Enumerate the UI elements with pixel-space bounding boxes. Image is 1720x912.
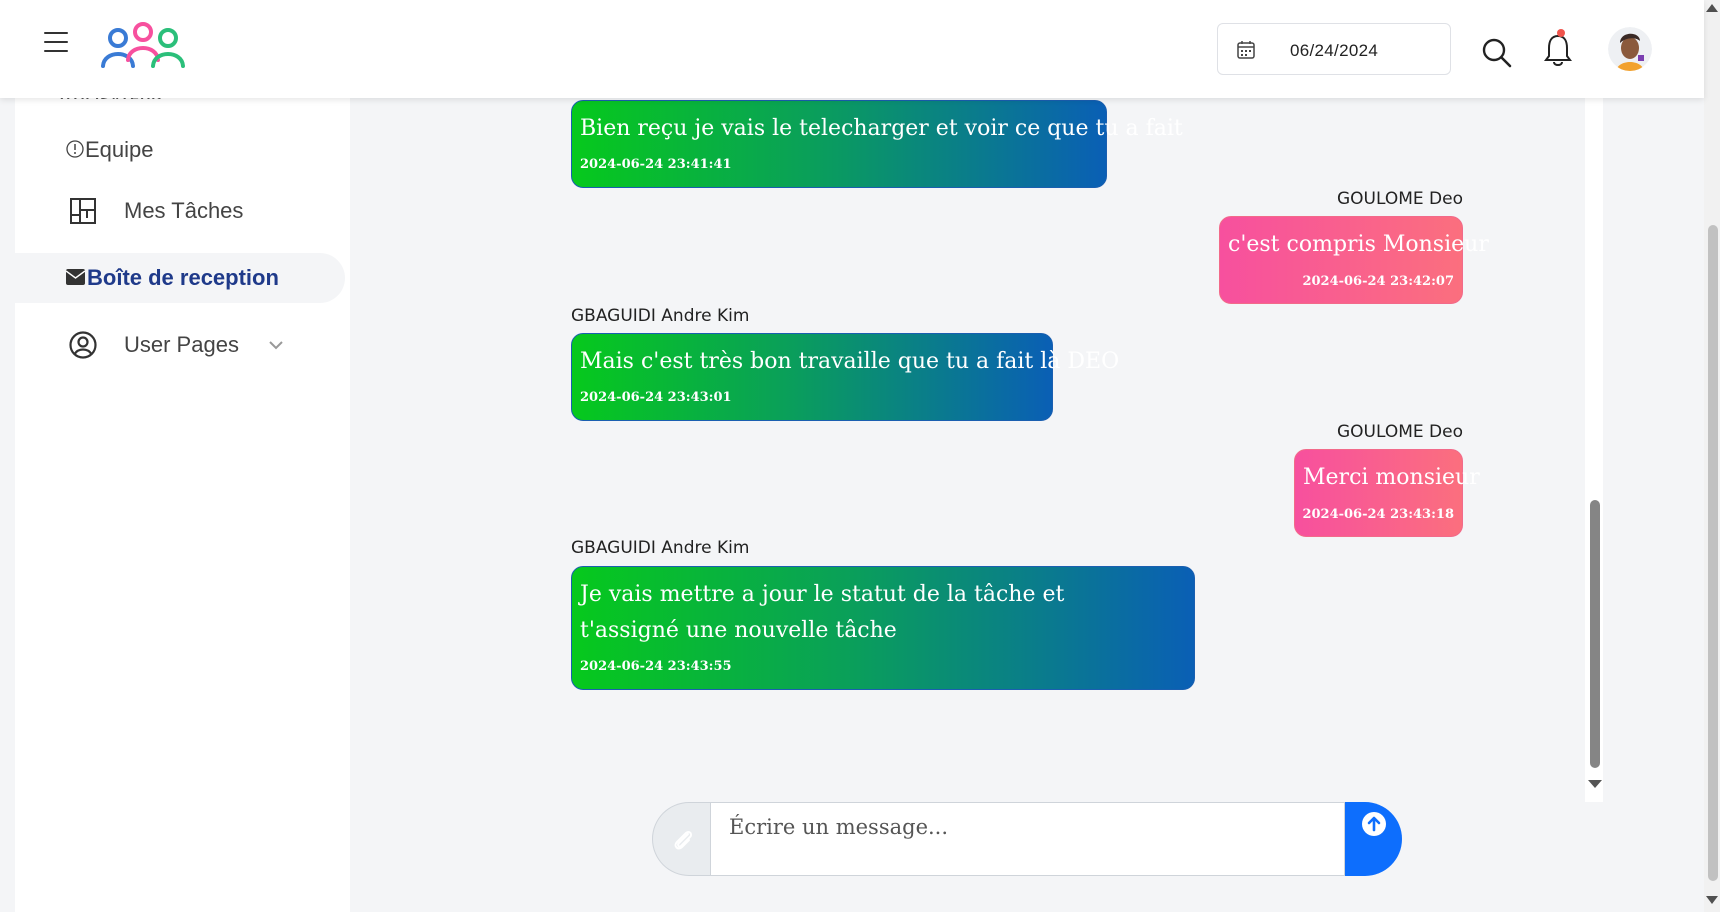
sidebar-item-mes-taches[interactable]: Mes Tâches [15,186,345,236]
message-timestamp: 2024-06-24 23:43:01 [580,390,732,405]
message-composer [652,802,1402,876]
message-timestamp: 2024-06-24 23:42:07 [1302,274,1454,289]
sidebar: UTILISATEUR Equipe Mes Tâches Boîte de r… [15,90,350,912]
message-text: Je vais mettre a jour le statut de la tâ… [580,582,1065,643]
message-timestamp: 2024-06-24 23:43:18 [1302,507,1454,522]
layout-board-icon [70,198,96,224]
search-icon[interactable] [1482,38,1512,68]
user-circle-icon [69,331,97,359]
attach-button[interactable] [652,802,710,876]
top-navbar: 06/24/2024 [0,0,1704,98]
message-sender: GOULOME Deo [1336,189,1463,209]
message-sender: GBAGUIDI Andre Kim [571,538,750,558]
message-bubble-received: Bien reçu je vais le telecharger et voir… [571,100,1183,188]
message-text: Bien reçu je vais le telecharger et voir… [580,116,1183,141]
team-logo[interactable] [98,20,188,72]
arrow-up-circle-icon [1362,812,1386,836]
message-bubble-received: Je vais mettre a jour le statut de la tâ… [571,566,1195,690]
page-scrollbar-thumb[interactable] [1708,225,1718,881]
message-input[interactable] [710,802,1345,876]
message-bubble-sent: Merci monsieur 2024-06-24 23:43:18 [1294,449,1480,537]
paperclip-icon [674,830,693,850]
info-circle-icon [66,140,84,158]
message-sender: GOULOME Deo [1336,422,1463,442]
date-picker[interactable]: 06/24/2024 [1217,23,1451,75]
message-sender: GBAGUIDI Andre Kim [571,306,750,326]
chat-scrollbar-thumb[interactable] [1590,500,1600,768]
message-text: c'est compris Monsieur [1228,232,1489,257]
chevron-down-icon[interactable] [268,340,284,350]
sidebar-item-label: Mes Tâches [124,198,244,223]
scroll-up-arrow[interactable] [1706,4,1718,12]
sidebar-item-boite-de-reception[interactable]: Boîte de reception [15,253,345,303]
sidebar-item-label: User Pages [124,332,239,357]
notification-dot [1557,29,1565,37]
send-button[interactable] [1345,802,1402,876]
scroll-down-arrow[interactable] [1706,896,1718,904]
message-timestamp: 2024-06-24 23:43:55 [580,659,732,674]
message-bubble-received: Mais c'est très bon travaille que tu a f… [571,333,1119,421]
message-text: Merci monsieur [1303,465,1480,490]
sidebar-item-label: Equipe [85,137,154,162]
chat-scroll-down-arrow[interactable] [1588,780,1602,788]
sidebar-item-user-pages[interactable]: User Pages [15,318,345,368]
sidebar-item-equipe[interactable]: Equipe [15,124,345,174]
envelope-icon [66,269,85,285]
message-text: Mais c'est très bon travaille que tu a f… [580,349,1120,374]
message-bubble-sent: c'est compris Monsieur 2024-06-24 23:42:… [1219,216,1489,304]
hamburger-menu-icon[interactable] [44,32,68,54]
sidebar-item-label: Boîte de reception [87,265,279,290]
date-value: 06/24/2024 [1290,41,1379,60]
calendar-icon [1237,41,1255,59]
message-timestamp: 2024-06-24 23:41:41 [580,157,732,172]
avatar[interactable] [1608,27,1652,71]
